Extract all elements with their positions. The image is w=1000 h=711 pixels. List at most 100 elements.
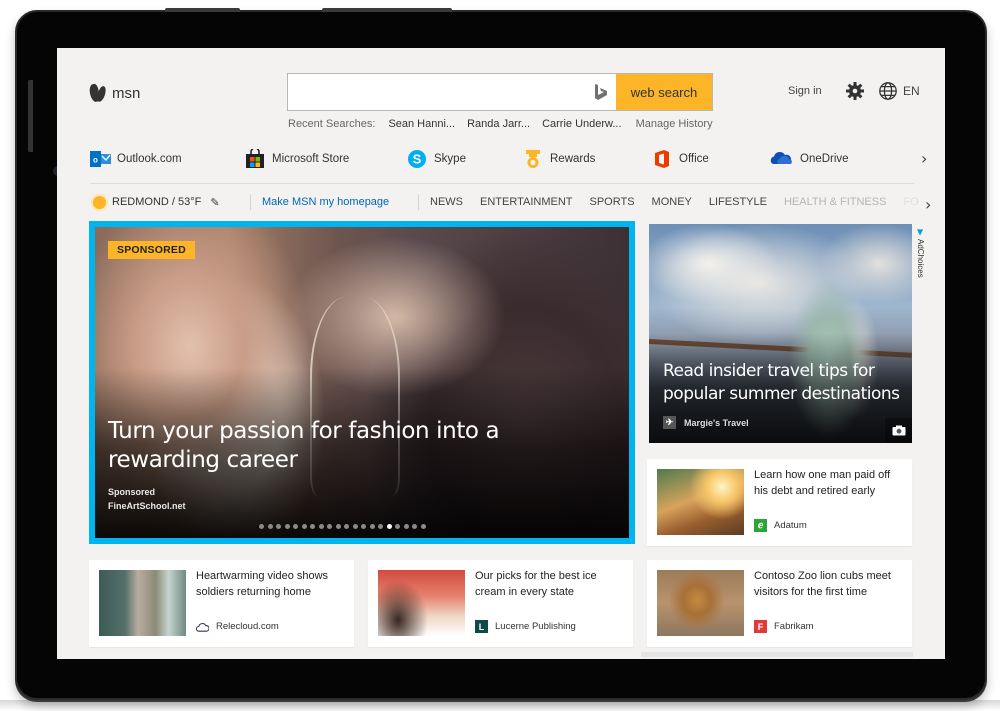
carousel-dot[interactable] xyxy=(327,524,332,529)
outlook-icon: o xyxy=(90,149,111,169)
volume-button xyxy=(28,80,33,152)
globe-icon[interactable] xyxy=(878,81,898,101)
butterfly-icon xyxy=(88,82,108,104)
quicklink-label: Rewards xyxy=(550,153,596,165)
carousel-dot[interactable] xyxy=(301,524,307,529)
card-title[interactable]: Learn how one man paid off his debt and … xyxy=(754,467,904,499)
card-thumbnail xyxy=(657,469,744,535)
quicklink-label: Skype xyxy=(434,153,466,165)
language-selector[interactable]: EN xyxy=(903,84,920,98)
card-title[interactable]: Our picks for the best ice cream in ever… xyxy=(475,568,625,600)
svg-text:o: o xyxy=(93,156,98,165)
nav-item-sports[interactable]: SPORTS xyxy=(590,196,635,208)
relecloud-cloud-icon xyxy=(196,620,209,633)
news-card[interactable]: Learn how one man paid off his debt and … xyxy=(647,459,912,546)
carousel-dot[interactable] xyxy=(420,524,426,529)
quicklink-onedrive[interactable]: OneDrive xyxy=(769,149,849,169)
top-button xyxy=(322,8,452,12)
nav-items: NEWS ENTERTAINMENT SPORTS MONEY LIFESTYL… xyxy=(430,196,936,208)
carousel-dot[interactable] xyxy=(293,524,298,529)
camera-icon[interactable] xyxy=(885,418,912,443)
carousel-dot[interactable] xyxy=(344,524,349,529)
quicklink-rewards[interactable]: Rewards xyxy=(523,149,595,169)
carousel-dot[interactable] xyxy=(335,524,341,529)
nav-item-entertainment[interactable]: ENTERTAINMENT xyxy=(480,196,573,208)
nav-bar: REDMOND / 53°F ✎ Make MSN my homepage NE… xyxy=(90,191,940,213)
news-card[interactable]: Our picks for the best ice cream in ever… xyxy=(368,560,633,647)
fabrikam-logo-icon: F xyxy=(754,620,767,633)
hero-title[interactable]: Turn your passion for fashion into a rew… xyxy=(108,417,528,475)
card-thumbnail xyxy=(657,570,744,636)
feature-title[interactable]: Read insider travel tips for popular sum… xyxy=(663,360,908,406)
carousel-dot[interactable] xyxy=(352,524,358,529)
quicklink-label: Outlook.com xyxy=(117,153,182,165)
news-card[interactable]: Heartwarming video shows soldiers return… xyxy=(89,560,354,647)
edit-pencil-icon[interactable]: ✎ xyxy=(210,196,219,209)
hero-carousel[interactable]: SPONSORED Turn your passion for fashion … xyxy=(89,221,635,544)
make-homepage-link[interactable]: Make MSN my homepage xyxy=(262,196,389,208)
nav-item-lifestyle[interactable]: LIFESTYLE xyxy=(709,196,767,208)
nav-item-money[interactable]: MONEY xyxy=(652,196,692,208)
web-search-button[interactable]: web search xyxy=(616,74,712,110)
quicklink-outlook[interactable]: o Outlook.com xyxy=(90,149,182,169)
quicklink-microsoft-store[interactable]: Microsoft Store xyxy=(245,147,349,169)
carousel-dot[interactable] xyxy=(284,524,290,529)
floor-shadow xyxy=(0,700,1000,711)
hero-sponsored-label: Sponsored xyxy=(108,487,156,497)
carousel-dot[interactable] xyxy=(267,524,273,529)
adchoices-link[interactable]: ▶ AdChoices xyxy=(916,228,925,278)
adatum-logo-icon: ⅇ xyxy=(754,519,767,532)
recent-searches: Recent Searches: Sean Hanni... Randa Jar… xyxy=(288,118,713,130)
sign-in-link[interactable]: Sign in xyxy=(788,85,822,97)
nav-item-food[interactable]: FO xyxy=(903,196,918,208)
carousel-dot[interactable] xyxy=(369,524,375,529)
carousel-dot[interactable] xyxy=(318,524,324,529)
recent-searches-label: Recent Searches: xyxy=(288,118,376,130)
quicklink-label: Office xyxy=(679,153,709,165)
quicklink-skype[interactable]: S Skype xyxy=(407,149,466,169)
feature-card[interactable]: Read insider travel tips for popular sum… xyxy=(649,224,912,443)
logo-text: msn xyxy=(112,84,141,102)
nav-item-health-fitness[interactable]: HEALTH & FITNESS xyxy=(784,196,886,208)
feature-source-name: Margie's Travel xyxy=(684,417,749,428)
msn-homepage: msn web search Recent Searches: Sean Han… xyxy=(57,48,945,659)
hero-source[interactable]: FineArtSchool.net xyxy=(108,499,186,513)
carousel-dot[interactable] xyxy=(403,524,409,529)
carousel-dot[interactable] xyxy=(412,524,417,529)
carousel-dot[interactable] xyxy=(259,524,264,529)
plane-icon: ✈ xyxy=(663,416,676,429)
onedrive-icon xyxy=(769,149,793,169)
carousel-dot[interactable] xyxy=(310,524,315,529)
nav-next-chevron-icon[interactable]: › xyxy=(925,195,931,214)
sun-icon xyxy=(93,195,106,209)
manage-history-link[interactable]: Manage History xyxy=(636,118,713,130)
carousel-dot[interactable] xyxy=(378,524,383,529)
msn-logo[interactable]: msn xyxy=(88,82,141,104)
recent-search-item[interactable]: Sean Hanni... xyxy=(388,118,455,130)
nav-item-news[interactable]: NEWS xyxy=(430,196,463,208)
lucerne-logo-icon: L xyxy=(475,620,488,633)
carousel-dot-active[interactable] xyxy=(386,524,392,529)
bing-icon xyxy=(586,74,616,110)
card-title[interactable]: Heartwarming video shows soldiers return… xyxy=(196,568,346,600)
card-source-name: Adatum xyxy=(774,520,807,531)
card-source-name: Fabrikam xyxy=(774,621,814,632)
search-input[interactable] xyxy=(288,74,586,110)
card-source-name: Relecloud.com xyxy=(216,621,279,632)
card-thumbnail xyxy=(99,570,186,636)
weather-widget[interactable]: REDMOND / 53°F ✎ xyxy=(93,195,220,209)
recent-search-item[interactable]: Carrie Underw... xyxy=(542,118,621,130)
carousel-dot[interactable] xyxy=(276,524,281,529)
feature-source: ✈ Margie's Travel xyxy=(663,416,749,429)
card-title[interactable]: Contoso Zoo lion cubs meet visitors for … xyxy=(754,568,904,600)
quicklinks-next-chevron-icon[interactable]: › xyxy=(921,149,927,168)
quicklink-label: OneDrive xyxy=(800,153,849,165)
carousel-dot[interactable] xyxy=(395,524,400,529)
quicklink-office[interactable]: Office xyxy=(652,149,709,169)
news-card[interactable]: Contoso Zoo lion cubs meet visitors for … xyxy=(647,560,912,647)
recent-search-item[interactable]: Randa Jarr... xyxy=(467,118,530,130)
carousel-dot[interactable] xyxy=(361,524,366,529)
separator xyxy=(418,194,419,210)
gear-icon[interactable] xyxy=(845,81,865,101)
horizontal-scrollbar[interactable] xyxy=(641,652,913,657)
